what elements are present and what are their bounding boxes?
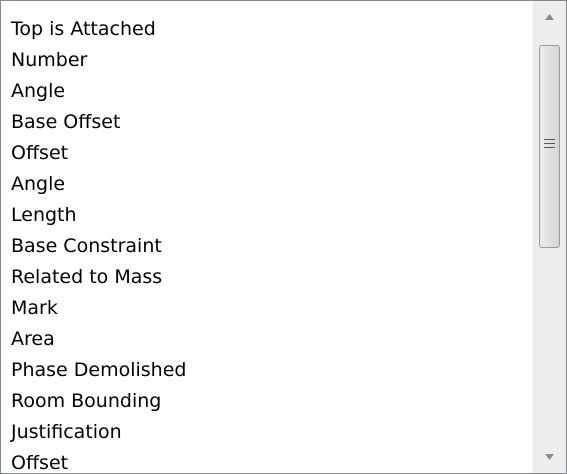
list-item[interactable]: Base Offset xyxy=(11,107,120,138)
list-item[interactable]: Offset xyxy=(11,448,68,473)
list-item[interactable]: Justification xyxy=(11,417,122,448)
list-item[interactable]: Top is Attached xyxy=(11,14,156,45)
scroll-up-button[interactable] xyxy=(533,1,566,33)
list-item[interactable]: Phase Demolished xyxy=(11,355,186,386)
list-item[interactable]: Angle xyxy=(11,169,65,200)
list-item[interactable]: Angle xyxy=(11,76,65,107)
scrollbar-thumb[interactable] xyxy=(539,45,560,248)
list-item[interactable]: Mark xyxy=(11,293,58,324)
chevron-down-icon xyxy=(545,454,554,460)
property-listbox[interactable]: Top is Attached Number Angle Base Offset… xyxy=(0,0,567,474)
list-item[interactable]: Length xyxy=(11,200,77,231)
list-item[interactable]: Number xyxy=(11,45,87,76)
list-item[interactable]: Offset xyxy=(11,138,68,169)
scroll-down-button[interactable] xyxy=(533,441,566,473)
list-item[interactable]: Related to Mass xyxy=(11,262,162,293)
vertical-scrollbar[interactable] xyxy=(532,1,566,473)
list-item[interactable]: Base Constraint xyxy=(11,231,162,262)
list-item[interactable]: Area xyxy=(11,324,55,355)
list-item[interactable]: Room Bounding xyxy=(11,386,161,417)
grip-lines-icon xyxy=(544,139,555,149)
list-items: Top is Attached Number Angle Base Offset… xyxy=(1,1,531,473)
chevron-up-icon xyxy=(545,14,554,20)
